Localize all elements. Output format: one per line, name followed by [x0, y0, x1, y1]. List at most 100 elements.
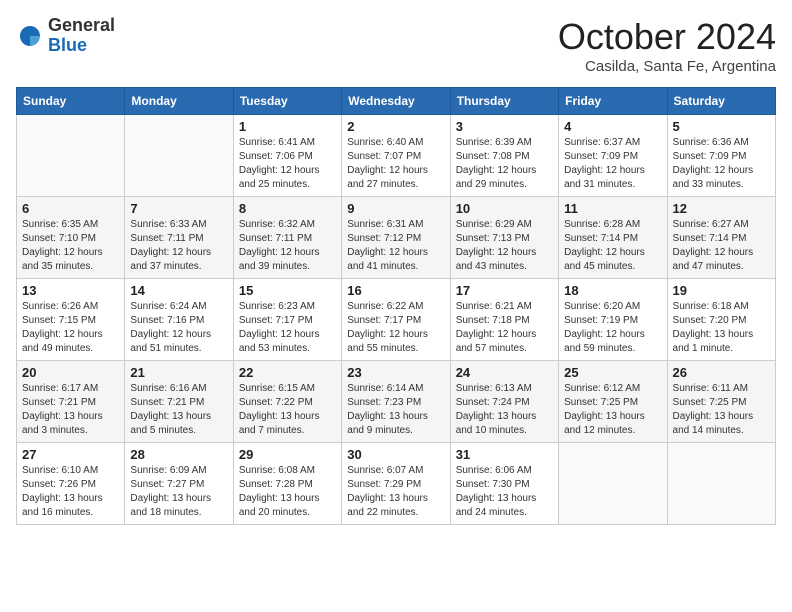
day-number: 1	[239, 119, 336, 134]
day-info: Sunrise: 6:11 AMSunset: 7:25 PMDaylight:…	[673, 382, 770, 438]
day-info: Sunrise: 6:09 AMSunset: 7:27 PMDaylight:…	[130, 464, 227, 520]
day-number: 12	[673, 201, 770, 216]
day-info: Sunrise: 6:29 AMSunset: 7:13 PMDaylight:…	[456, 218, 553, 274]
calendar-cell: 10Sunrise: 6:29 AMSunset: 7:13 PMDayligh…	[450, 197, 558, 279]
calendar-cell: 20 Sunrise: 6:17 AMSunset: 7:21 PMDayligh…	[17, 361, 125, 443]
calendar-cell: 27Sunrise: 6:10 AMSunset: 7:26 PMDayligh…	[17, 443, 125, 525]
day-info: Sunrise: 6:16 AMSunset: 7:21 PMDaylight:…	[130, 382, 227, 438]
calendar-cell: 22 Sunrise: 6:15 AMSunset: 7:22 PMDayligh…	[233, 361, 341, 443]
calendar-cell: 25 Sunrise: 6:12 AMSunset: 7:25 PMDayligh…	[559, 361, 667, 443]
calendar-cell: 8 Sunrise: 6:32 AMSunset: 7:11 PMDaylight…	[233, 197, 341, 279]
header-thursday: Thursday	[450, 88, 558, 115]
calendar-header-row: SundayMondayTuesdayWednesdayThursdayFrid…	[17, 88, 776, 115]
day-info: Sunrise: 6:20 AMSunset: 7:19 PMDaylight:…	[564, 300, 661, 356]
calendar-cell: 4 Sunrise: 6:37 AMSunset: 7:09 PMDaylight…	[559, 115, 667, 197]
day-number: 8	[239, 201, 336, 216]
header-tuesday: Tuesday	[233, 88, 341, 115]
day-number: 15	[239, 283, 336, 298]
day-info: Sunrise: 6:31 AMSunset: 7:12 PMDaylight:…	[347, 218, 444, 274]
calendar-cell: 12 Sunrise: 6:27 AMSunset: 7:14 PMDayligh…	[667, 197, 775, 279]
title-block: October 2024 Casilda, Santa Fe, Argentin…	[558, 16, 776, 75]
header-monday: Monday	[125, 88, 233, 115]
day-number: 14	[130, 283, 227, 298]
day-info: Sunrise: 6:28 AMSunset: 7:14 PMDaylight:…	[564, 218, 661, 274]
calendar-cell: 2 Sunrise: 6:40 AMSunset: 7:07 PMDaylight…	[342, 115, 450, 197]
day-number: 9	[347, 201, 444, 216]
day-info: Sunrise: 6:08 AMSunset: 7:28 PMDaylight:…	[239, 464, 336, 520]
day-number: 19	[673, 283, 770, 298]
day-number: 25	[564, 365, 661, 380]
calendar-cell: 21 Sunrise: 6:16 AMSunset: 7:21 PMDayligh…	[125, 361, 233, 443]
day-number: 3	[456, 119, 553, 134]
calendar-cell: 18 Sunrise: 6:20 AMSunset: 7:19 PMDayligh…	[559, 279, 667, 361]
day-info: Sunrise: 6:12 AMSunset: 7:25 PMDaylight:…	[564, 382, 661, 438]
day-info: Sunrise: 6:27 AMSunset: 7:14 PMDaylight:…	[673, 218, 770, 274]
day-info: Sunrise: 6:24 AMSunset: 7:16 PMDaylight:…	[130, 300, 227, 356]
logo-icon	[16, 22, 44, 50]
day-number: 2	[347, 119, 444, 134]
day-number: 26	[673, 365, 770, 380]
day-number: 6	[22, 201, 119, 216]
logo: General Blue	[16, 16, 115, 56]
day-info: Sunrise: 6:15 AMSunset: 7:22 PMDaylight:…	[239, 382, 336, 438]
day-info: Sunrise: 6:22 AMSunset: 7:17 PMDaylight:…	[347, 300, 444, 356]
day-info: Sunrise: 6:14 AMSunset: 7:23 PMDaylight:…	[347, 382, 444, 438]
calendar-cell: 23 Sunrise: 6:14 AMSunset: 7:23 PMDayligh…	[342, 361, 450, 443]
calendar-cell: 11 Sunrise: 6:28 AMSunset: 7:14 PMDayligh…	[559, 197, 667, 279]
header-sunday: Sunday	[17, 88, 125, 115]
month-title: October 2024	[558, 16, 776, 58]
day-info: Sunrise: 6:26 AMSunset: 7:15 PMDaylight:…	[22, 300, 119, 356]
calendar-week-row: 20 Sunrise: 6:17 AMSunset: 7:21 PMDayligh…	[17, 361, 776, 443]
day-number: 4	[564, 119, 661, 134]
day-info: Sunrise: 6:21 AMSunset: 7:18 PMDaylight:…	[456, 300, 553, 356]
day-number: 7	[130, 201, 227, 216]
logo-text: General Blue	[48, 16, 115, 56]
calendar-cell: 16Sunrise: 6:22 AMSunset: 7:17 PMDayligh…	[342, 279, 450, 361]
calendar-cell: 26 Sunrise: 6:11 AMSunset: 7:25 PMDayligh…	[667, 361, 775, 443]
calendar-cell: 30Sunrise: 6:07 AMSunset: 7:29 PMDayligh…	[342, 443, 450, 525]
calendar-cell: 3 Sunrise: 6:39 AMSunset: 7:08 PMDaylight…	[450, 115, 558, 197]
header-friday: Friday	[559, 88, 667, 115]
day-number: 5	[673, 119, 770, 134]
day-number: 18	[564, 283, 661, 298]
day-info: Sunrise: 6:23 AMSunset: 7:17 PMDaylight:…	[239, 300, 336, 356]
day-number: 22	[239, 365, 336, 380]
day-number: 11	[564, 201, 661, 216]
day-info: Sunrise: 6:32 AMSunset: 7:11 PMDaylight:…	[239, 218, 336, 274]
day-info: Sunrise: 6:06 AMSunset: 7:30 PMDaylight:…	[456, 464, 553, 520]
day-info: Sunrise: 6:40 AMSunset: 7:07 PMDaylight:…	[347, 136, 444, 192]
calendar-cell: 15 Sunrise: 6:23 AMSunset: 7:17 PMDayligh…	[233, 279, 341, 361]
calendar-cell: 29 Sunrise: 6:08 AMSunset: 7:28 PMDayligh…	[233, 443, 341, 525]
day-info: Sunrise: 6:36 AMSunset: 7:09 PMDaylight:…	[673, 136, 770, 192]
day-number: 17	[456, 283, 553, 298]
day-info: Sunrise: 6:39 AMSunset: 7:08 PMDaylight:…	[456, 136, 553, 192]
day-number: 21	[130, 365, 227, 380]
calendar-cell: 5 Sunrise: 6:36 AMSunset: 7:09 PMDaylight…	[667, 115, 775, 197]
calendar-week-row: 27Sunrise: 6:10 AMSunset: 7:26 PMDayligh…	[17, 443, 776, 525]
day-info: Sunrise: 6:10 AMSunset: 7:26 PMDaylight:…	[22, 464, 119, 520]
day-number: 13	[22, 283, 119, 298]
calendar-cell: 31Sunrise: 6:06 AMSunset: 7:30 PMDayligh…	[450, 443, 558, 525]
day-number: 28	[130, 447, 227, 462]
location-subtitle: Casilda, Santa Fe, Argentina	[558, 58, 776, 75]
day-info: Sunrise: 6:18 AMSunset: 7:20 PMDaylight:…	[673, 300, 770, 356]
day-number: 29	[239, 447, 336, 462]
calendar-cell: 6 Sunrise: 6:35 AMSunset: 7:10 PMDaylight…	[17, 197, 125, 279]
day-number: 23	[347, 365, 444, 380]
day-info: Sunrise: 6:41 AMSunset: 7:06 PMDaylight:…	[239, 136, 336, 192]
calendar-cell	[667, 443, 775, 525]
day-info: Sunrise: 6:37 AMSunset: 7:09 PMDaylight:…	[564, 136, 661, 192]
page-header: General Blue October 2024 Casilda, Santa…	[16, 16, 776, 75]
day-info: Sunrise: 6:17 AMSunset: 7:21 PMDaylight:…	[22, 382, 119, 438]
calendar-cell: 28 Sunrise: 6:09 AMSunset: 7:27 PMDayligh…	[125, 443, 233, 525]
day-info: Sunrise: 6:07 AMSunset: 7:29 PMDaylight:…	[347, 464, 444, 520]
header-saturday: Saturday	[667, 88, 775, 115]
calendar-cell: 19 Sunrise: 6:18 AMSunset: 7:20 PMDayligh…	[667, 279, 775, 361]
calendar-cell	[559, 443, 667, 525]
day-number: 20	[22, 365, 119, 380]
day-info: Sunrise: 6:33 AMSunset: 7:11 PMDaylight:…	[130, 218, 227, 274]
day-info: Sunrise: 6:35 AMSunset: 7:10 PMDaylight:…	[22, 218, 119, 274]
calendar-week-row: 13 Sunrise: 6:26 AMSunset: 7:15 PMDayligh…	[17, 279, 776, 361]
calendar-cell: 7 Sunrise: 6:33 AMSunset: 7:11 PMDaylight…	[125, 197, 233, 279]
day-info: Sunrise: 6:13 AMSunset: 7:24 PMDaylight:…	[456, 382, 553, 438]
